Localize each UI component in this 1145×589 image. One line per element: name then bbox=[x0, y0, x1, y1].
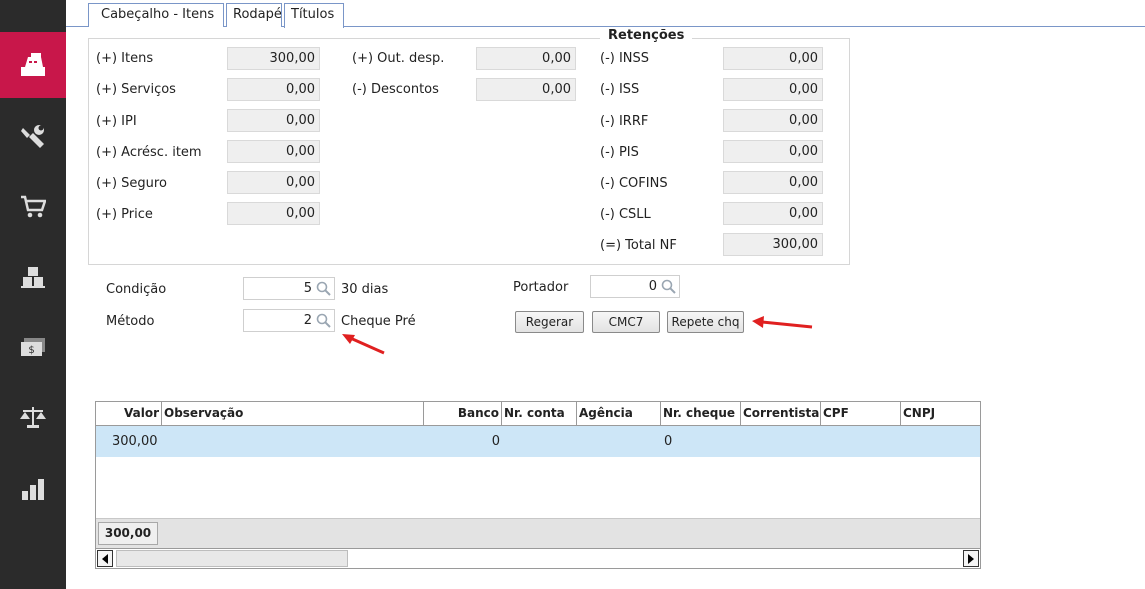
column-header-banco[interactable]: Banco bbox=[424, 402, 502, 425]
svg-text:$: $ bbox=[28, 345, 34, 356]
footer-total: 300,00 bbox=[98, 522, 158, 545]
portador-input[interactable]: 0 bbox=[590, 275, 680, 298]
sidebar-item-inventory[interactable] bbox=[0, 244, 66, 310]
repete-chq-button[interactable]: Repete chq bbox=[667, 311, 744, 333]
cmc7-button[interactable]: CMC7 bbox=[592, 311, 660, 333]
search-icon[interactable] bbox=[316, 281, 331, 296]
irrf-label: (-) IRRF bbox=[600, 114, 649, 129]
total-nf-label: (=) Total NF bbox=[600, 238, 677, 253]
cash-register-icon bbox=[21, 53, 45, 76]
metodo-input[interactable]: 2 bbox=[243, 309, 335, 332]
search-icon[interactable] bbox=[661, 279, 676, 294]
csll-value: 0,00 bbox=[723, 202, 823, 225]
ipi-label: (+) IPI bbox=[96, 114, 137, 129]
column-header-observacao[interactable]: Observação bbox=[162, 402, 424, 425]
condicao-input[interactable]: 5 bbox=[243, 277, 335, 300]
arrow-right-icon bbox=[968, 553, 974, 564]
sidebar-item-reports[interactable] bbox=[0, 456, 66, 522]
column-header-nr-cheque[interactable]: Nr. cheque bbox=[661, 402, 741, 425]
descontos-label: (-) Descontos bbox=[352, 82, 439, 97]
tools-icon bbox=[21, 125, 44, 148]
descontos-value: 0,00 bbox=[476, 78, 576, 101]
cart-icon bbox=[21, 195, 46, 218]
horizontal-scrollbar[interactable] bbox=[96, 548, 980, 568]
cell-nr-cheque: 0 bbox=[664, 434, 673, 449]
cell-banco: 0 bbox=[491, 434, 500, 449]
cofins-label: (-) COFINS bbox=[600, 176, 668, 191]
titulos-grid: Valor Observação Banco Nr. conta Agência… bbox=[95, 401, 981, 569]
column-header-cnpj[interactable]: CNPJ bbox=[901, 402, 980, 425]
tab-rodape[interactable]: Rodapé bbox=[226, 3, 282, 27]
irrf-value: 0,00 bbox=[723, 109, 823, 132]
pis-value: 0,00 bbox=[723, 140, 823, 163]
sidebar-item-purchases[interactable] bbox=[0, 174, 66, 240]
iss-value: 0,00 bbox=[723, 78, 823, 101]
itens-value: 300,00 bbox=[227, 47, 320, 70]
acresc-item-label: (+) Acrésc. item bbox=[96, 145, 202, 160]
scroll-left-button[interactable] bbox=[97, 550, 113, 567]
money-icon: $ bbox=[21, 338, 45, 356]
itens-label: (+) Itens bbox=[96, 51, 154, 66]
column-header-valor[interactable]: Valor bbox=[96, 402, 162, 425]
table-row[interactable]: 300,00 0 0 bbox=[96, 426, 980, 457]
portador-label: Portador bbox=[513, 280, 569, 295]
pis-label: (-) PIS bbox=[600, 145, 639, 160]
condicao-value: 5 bbox=[303, 281, 312, 296]
column-header-correntista[interactable]: Correntista bbox=[741, 402, 821, 425]
acresc-item-value: 0,00 bbox=[227, 140, 320, 163]
price-label: (+) Price bbox=[96, 207, 153, 222]
retencoes-title: Retenções bbox=[600, 28, 693, 43]
total-nf-value: 300,00 bbox=[723, 233, 823, 256]
sidebar-item-sales[interactable] bbox=[0, 32, 66, 98]
servicos-label: (+) Serviços bbox=[96, 82, 176, 97]
condicao-description: 30 dias bbox=[341, 282, 389, 297]
regerar-button[interactable]: Regerar bbox=[515, 311, 584, 333]
cell-valor: 300,00 bbox=[112, 434, 158, 449]
grid-header: Valor Observação Banco Nr. conta Agência… bbox=[96, 402, 980, 426]
metodo-value: 2 bbox=[303, 313, 312, 328]
csll-label: (-) CSLL bbox=[600, 207, 651, 222]
scroll-right-button[interactable] bbox=[963, 550, 979, 567]
sidebar-item-fiscal[interactable] bbox=[0, 384, 66, 450]
inss-value: 0,00 bbox=[723, 47, 823, 70]
column-header-nr-conta[interactable]: Nr. conta bbox=[502, 402, 577, 425]
scroll-thumb[interactable] bbox=[116, 550, 348, 567]
servicos-value: 0,00 bbox=[227, 78, 320, 101]
search-icon[interactable] bbox=[316, 313, 331, 328]
sidebar: $ bbox=[0, 0, 66, 589]
tab-cabecalho-itens[interactable]: Cabeçalho - Itens bbox=[88, 3, 224, 27]
inss-label: (-) INSS bbox=[600, 51, 650, 66]
sidebar-item-finance[interactable]: $ bbox=[0, 314, 66, 380]
condicao-label: Condição bbox=[106, 282, 167, 297]
scale-icon bbox=[20, 407, 46, 428]
grid-footer: 300,00 bbox=[96, 518, 980, 548]
cofins-value: 0,00 bbox=[723, 171, 823, 194]
warehouse-icon bbox=[21, 267, 45, 288]
column-header-cpf[interactable]: CPF bbox=[821, 402, 901, 425]
sidebar-item-services[interactable] bbox=[0, 104, 66, 170]
annotation-arrow-icon bbox=[342, 334, 385, 355]
ipi-value: 0,00 bbox=[227, 109, 320, 132]
price-value: 0,00 bbox=[227, 202, 320, 225]
iss-label: (-) ISS bbox=[600, 82, 640, 97]
seguro-label: (+) Seguro bbox=[96, 176, 167, 191]
portador-value: 0 bbox=[648, 279, 657, 294]
out-desp-value: 0,00 bbox=[476, 47, 576, 70]
metodo-description: Cheque Pré bbox=[341, 314, 416, 329]
annotation-arrow-icon bbox=[752, 316, 813, 329]
tab-titulos[interactable]: Títulos bbox=[284, 3, 344, 28]
seguro-value: 0,00 bbox=[227, 171, 320, 194]
metodo-label: Método bbox=[106, 314, 155, 329]
column-header-agencia[interactable]: Agência bbox=[577, 402, 661, 425]
out-desp-label: (+) Out. desp. bbox=[352, 51, 445, 66]
bar-chart-icon bbox=[22, 479, 44, 500]
arrow-left-icon bbox=[102, 553, 108, 564]
